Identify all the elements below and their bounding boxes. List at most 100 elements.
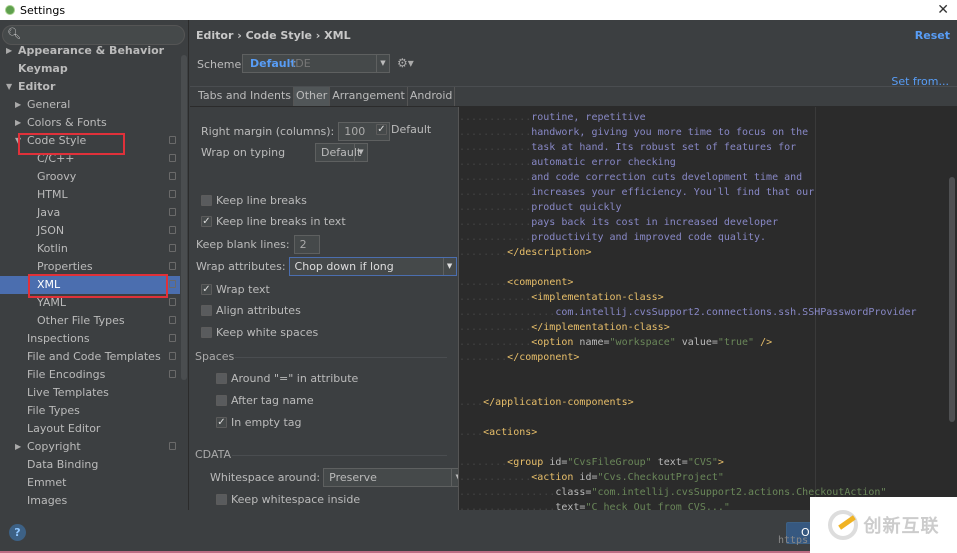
sidebar-item-label: HTML	[37, 188, 68, 201]
preview-scrollbar[interactable]	[949, 177, 955, 422]
sidebar-item-label: Code Style	[27, 134, 87, 147]
sidebar-item-label: XML	[37, 278, 61, 291]
code-preview[interactable]: ............routine, repetitive.........…	[458, 107, 957, 510]
sidebar-item-label: Kotlin	[37, 242, 68, 255]
collapse-arrow-icon[interactable]: ▶	[15, 96, 21, 114]
sidebar-item-layout-editor[interactable]: Layout Editor	[0, 420, 180, 438]
collapse-arrow-icon[interactable]: ▶	[15, 114, 21, 132]
whitespace-indent: ............	[459, 187, 532, 198]
sidebar-item-file-and-code-templates[interactable]: File and Code Templates	[0, 348, 180, 366]
expand-arrow-icon[interactable]: ▼	[15, 132, 21, 150]
keep-ws-inside-label: Keep whitespace inside	[231, 493, 361, 506]
project-settings-icon	[169, 334, 176, 342]
keep-line-breaks-checkbox[interactable]	[201, 195, 212, 206]
sidebar-item-label: JSON	[37, 224, 65, 237]
whitespace-indent: ................	[459, 307, 556, 318]
project-settings-icon	[169, 226, 176, 234]
right-margin-default-checkbox[interactable]: ✓	[376, 124, 387, 135]
sidebar-item-images[interactable]: Images	[0, 492, 180, 510]
search-icon: 🔍︎	[7, 27, 21, 40]
sidebar-item-html[interactable]: HTML	[0, 186, 180, 204]
keep-white-spaces-checkbox[interactable]	[201, 327, 212, 338]
code-token-attr: text=	[555, 502, 586, 510]
settings-tree: ▶ Appearance & Behavior Keymap ▼ Editor ▶ Gene…	[0, 42, 180, 510]
sidebar-item-file-types[interactable]: File Types	[0, 402, 180, 420]
align-attributes-checkbox[interactable]	[201, 305, 212, 316]
tab-android[interactable]: Android	[408, 87, 456, 106]
code-token-attr: id=	[579, 472, 598, 483]
gear-icon[interactable]: ⚙▾	[397, 56, 414, 70]
sidebar-item-json[interactable]: JSON	[0, 222, 180, 240]
sidebar-item-file-encodings[interactable]: File Encodings	[0, 366, 180, 384]
sidebar-item-label: Colors & Fonts	[27, 116, 107, 129]
code-token-txt: automatic error checking	[531, 157, 676, 168]
whitespace-indent: ....	[459, 397, 484, 408]
around-eq-checkbox[interactable]	[216, 373, 227, 384]
scheme-select[interactable]: Default IDE ▼	[242, 54, 390, 73]
keep-ws-inside-checkbox[interactable]	[216, 494, 227, 505]
expand-arrow-icon[interactable]: ▼	[6, 78, 12, 96]
breadcrumb: Editor › Code Style › XML	[196, 29, 351, 42]
close-icon[interactable]: ✕	[937, 2, 949, 18]
wrap-attributes-label: Wrap attributes:	[196, 260, 286, 273]
sidebar-item-data-binding[interactable]: Data Binding	[0, 456, 180, 474]
whitespace-indent: ........	[459, 277, 508, 288]
after-tag-name-checkbox[interactable]	[216, 395, 227, 406]
sidebar-item-label: Inspections	[27, 332, 90, 345]
whitespace-indent: ............	[459, 112, 532, 123]
watermark: 创新互联	[810, 497, 957, 553]
code-line: ....</application-components>	[459, 395, 634, 410]
wrap-on-typing-select[interactable]: Default ▼	[315, 143, 368, 162]
sidebar-item-groovy[interactable]: Groovy	[0, 168, 180, 186]
scheme-label: Scheme:	[197, 58, 245, 71]
sidebar-item-general[interactable]: ▶ General	[0, 96, 180, 114]
collapse-arrow-icon[interactable]: ▶	[15, 438, 21, 456]
in-empty-tag-label: In empty tag	[231, 416, 302, 429]
whitespace-around-select[interactable]: Preserve▼	[323, 468, 466, 487]
keep-blank-lines-field[interactable]: 2	[293, 235, 320, 254]
sidebar-item-copyright[interactable]: ▶ Copyright	[0, 438, 180, 456]
code-line: ........</component>	[459, 350, 579, 365]
collapse-arrow-icon[interactable]: ▶	[6, 42, 12, 60]
code-token-tag: </description>	[507, 247, 592, 258]
keep-line-breaks-text-label: Keep line breaks in text	[216, 215, 346, 228]
sidebar-item-editor[interactable]: ▼ Editor	[0, 78, 180, 96]
cdata-section-title: CDATA	[195, 448, 232, 461]
sidebar-item-live-templates[interactable]: Live Templates	[0, 384, 180, 402]
tab-arrangement[interactable]: Arrangement	[330, 87, 408, 106]
sidebar-item-keymap[interactable]: Keymap	[0, 60, 180, 78]
sidebar-item-label: Emmet	[27, 476, 67, 489]
tab-tabs-and-indents[interactable]: Tabs and Indents	[196, 87, 295, 106]
sidebar-item-code-style[interactable]: ▼ Code Style	[0, 132, 180, 150]
code-line: ............product quickly	[459, 200, 622, 215]
code-line: ............productivity and improved co…	[459, 230, 766, 245]
sidebar-item-java[interactable]: Java	[0, 204, 180, 222]
code-token-tag: <action	[531, 472, 580, 483]
wrap-attributes-select[interactable]: Chop down if long ▼	[288, 257, 457, 276]
whitespace-indent: ............	[459, 337, 532, 348]
sidebar-item-inspections[interactable]: Inspections	[0, 330, 180, 348]
sidebar-item-emmet[interactable]: Emmet	[0, 474, 180, 492]
keep-line-breaks-text-checkbox[interactable]: ✓	[201, 216, 212, 227]
sidebar-item-properties[interactable]: Properties	[0, 258, 180, 276]
chevron-down-icon: ▼	[376, 55, 389, 72]
tab-other[interactable]: Other	[294, 87, 331, 106]
in-empty-tag-checkbox[interactable]: ✓	[216, 417, 227, 428]
code-line: ............pays back its cost in increa…	[459, 215, 778, 230]
reset-link[interactable]: Reset	[915, 29, 950, 42]
whitespace-indent: ............	[459, 172, 532, 183]
wrap-attributes-value: Chop down if long	[294, 260, 394, 273]
sidebar-item-xml[interactable]: XML	[0, 276, 180, 294]
around-eq-label: Around "=" in attribute	[231, 372, 359, 385]
sidebar-item-c-c[interactable]: C/C++	[0, 150, 180, 168]
sidebar-item-colors-fonts[interactable]: ▶ Colors & Fonts	[0, 114, 180, 132]
wrap-text-checkbox[interactable]: ✓	[201, 284, 212, 295]
sidebar-item-appearance-behavior[interactable]: ▶ Appearance & Behavior	[0, 42, 180, 60]
sidebar-item-yaml[interactable]: YAML	[0, 294, 180, 312]
help-button[interactable]: ?	[9, 524, 26, 541]
sidebar-scrollbar[interactable]	[181, 55, 187, 380]
sidebar-item-other-file-types[interactable]: Other File Types	[0, 312, 180, 330]
sidebar-item-kotlin[interactable]: Kotlin	[0, 240, 180, 258]
code-line: ....<actions>	[459, 425, 537, 440]
settings-content: Editor › Code Style › XML Reset Scheme: …	[190, 20, 957, 510]
